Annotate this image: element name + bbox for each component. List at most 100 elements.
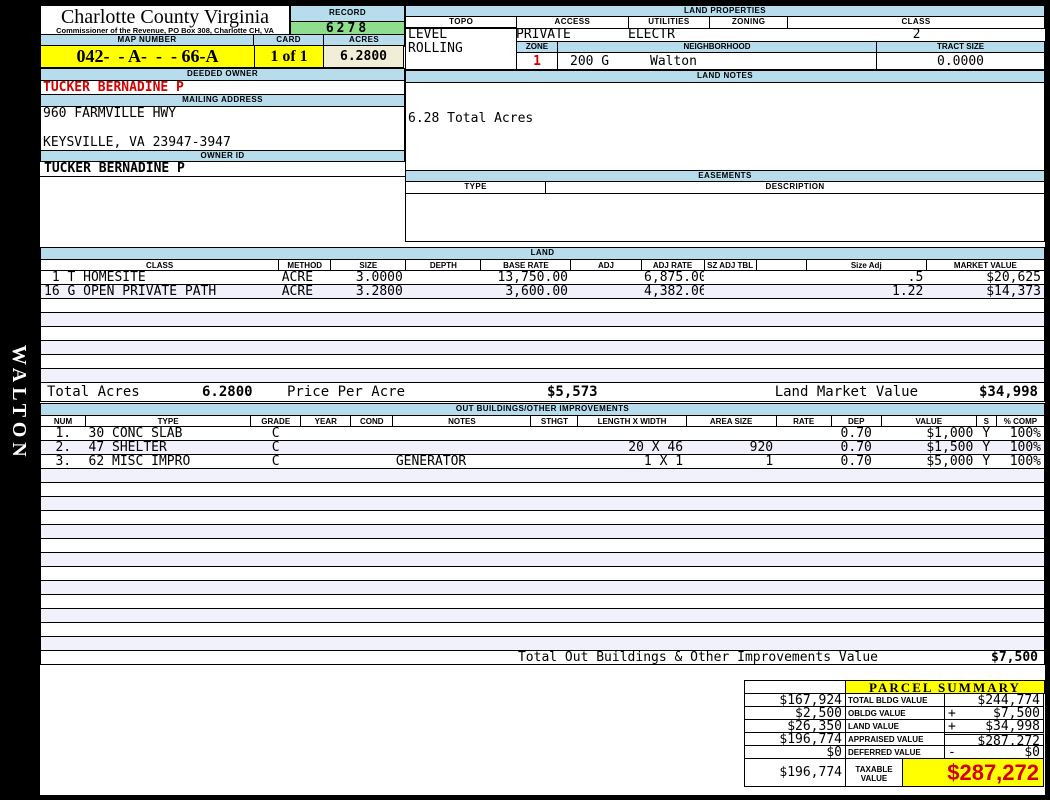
outbuilding-cell-length_width: 20 X 46 bbox=[577, 440, 687, 455]
parcel-summary-label: DEFERRED VALUE bbox=[845, 745, 945, 759]
acres-value: 6.2800 bbox=[323, 45, 404, 68]
empty-row bbox=[40, 298, 1045, 313]
price-per-acre-value: $5,573 bbox=[547, 384, 598, 400]
outbuilding-cell-sthgt bbox=[530, 426, 578, 441]
empty-row-cell bbox=[40, 368, 1045, 383]
land-col-header: SIZE bbox=[330, 259, 407, 271]
outbuilding-cell-rate bbox=[776, 440, 832, 455]
access-value: PRIVATE bbox=[516, 26, 571, 42]
empty-row-cell bbox=[40, 552, 1045, 567]
operator: + bbox=[948, 719, 956, 733]
land-notes-box: 6.28 Total Acres bbox=[405, 82, 1045, 172]
empty-row bbox=[40, 368, 1045, 383]
outbuilding-col-header: VALUE bbox=[880, 415, 977, 427]
outbuilding-cell-dep: 0.70 bbox=[831, 426, 882, 441]
outbuilding-cell-sthgt bbox=[530, 440, 578, 455]
empty-row bbox=[40, 524, 1045, 539]
land-row: 16 G OPEN PRIVATE PATH ACRE 3.2800 3,600.00… bbox=[40, 284, 1045, 299]
land-market-value: $34,998 bbox=[978, 384, 1038, 400]
land-col-header: MARKET VALUE bbox=[925, 259, 1046, 271]
amount: $0 bbox=[1024, 745, 1040, 759]
empty-row bbox=[40, 594, 1045, 609]
record-box: RECORD 6278 bbox=[290, 5, 405, 36]
land-cell-size_adj: 1.22 bbox=[806, 284, 927, 299]
land-col-header: SZ ADJ TBL bbox=[703, 259, 757, 271]
parcel-summary-label: OBLDG VALUE bbox=[845, 706, 945, 720]
outbuilding-cell-grade: C bbox=[250, 440, 301, 455]
out-buildings-section: OUT BUILDINGS/OTHER IMPROVEMENTS NUM TYPE… bbox=[39, 403, 1046, 665]
outbuilding-cell-num: 2. bbox=[40, 440, 86, 455]
land-cell-sz_adj_tbl bbox=[704, 284, 757, 299]
parcel-summary-corner bbox=[744, 680, 846, 694]
parcel-summary-right-value: $287,272 bbox=[944, 732, 1044, 746]
empty-row-cell bbox=[40, 608, 1045, 623]
empty-row bbox=[40, 580, 1045, 595]
parcel-summary-title: PARCEL SUMMARY bbox=[845, 680, 1045, 694]
amount: $34,998 bbox=[985, 719, 1040, 733]
parcel-summary-label: APPRAISED VALUE bbox=[845, 732, 945, 746]
land-cell-method: ACRE bbox=[278, 270, 331, 285]
parcel-summary-right-value: $244,774 bbox=[944, 693, 1044, 707]
empty-row bbox=[40, 482, 1045, 497]
outbuilding-col-header: NOTES bbox=[392, 415, 532, 427]
empty-row-cell bbox=[40, 354, 1045, 369]
outbuilding-cell-s: Y bbox=[976, 440, 997, 455]
empty-row bbox=[40, 496, 1045, 511]
empty-row bbox=[40, 622, 1045, 637]
outbuilding-col-header: STHGT bbox=[530, 415, 579, 427]
outbuilding-cell-rate bbox=[776, 426, 832, 441]
outbuilding-col-header: % COMP bbox=[995, 415, 1046, 427]
empty-row-cell bbox=[40, 566, 1045, 581]
outbuilding-col-header: AREA SIZE bbox=[685, 415, 777, 427]
outbuilding-col-header: YEAR bbox=[300, 415, 352, 427]
outbuilding-cell-type: 30 CONC SLAB bbox=[85, 426, 251, 441]
map-card-acres-values: 042- - A- - - 66-A 1 of 1 6.2800 bbox=[40, 45, 405, 68]
out-buildings-total-value: $7,500 bbox=[991, 650, 1038, 665]
outbuilding-cell-pct_comp: 100% bbox=[996, 454, 1045, 469]
tract-size-value: 0.0000 bbox=[937, 54, 984, 69]
out-buildings-table: NUM TYPE GRADE YEAR COND NOTES STHGT LENGTH X W… bbox=[39, 415, 1046, 651]
land-cell-market_value: $14,373 bbox=[926, 284, 1045, 299]
empty-row bbox=[40, 538, 1045, 553]
outbuilding-cell-year bbox=[300, 440, 351, 455]
empty-row-cell bbox=[40, 496, 1045, 511]
outbuilding-cell-notes bbox=[392, 440, 531, 455]
land-cell-depth bbox=[405, 270, 481, 285]
parcel-summary: PARCEL SUMMARY $167,924 TOTAL BLDG VALUE $… bbox=[744, 680, 1047, 787]
taxable-value-label: TAXABLE VALUE bbox=[845, 758, 903, 787]
address-line-2: KEYSVILLE, VA 23947-3947 bbox=[43, 135, 231, 150]
parcel-summary-left-value: $167,924 bbox=[744, 693, 846, 707]
parcel-summary-label: TOTAL BLDG VALUE bbox=[845, 693, 945, 707]
parcel-summary-label: LAND VALUE bbox=[845, 719, 945, 733]
operator: - bbox=[948, 745, 956, 759]
empty-row bbox=[40, 312, 1045, 327]
outbuilding-cell-area_size: 920 bbox=[686, 440, 777, 455]
land-cell-market_value: $20,625 bbox=[926, 270, 1045, 285]
outbuilding-cell-value: $1,500 bbox=[881, 440, 977, 455]
outbuilding-cell-cond bbox=[350, 440, 393, 455]
record-label: RECORD bbox=[290, 5, 405, 22]
empty-row-cell bbox=[40, 622, 1045, 637]
land-col-header: ADJ RATE bbox=[640, 259, 705, 271]
parcel-summary-left-value: $2,500 bbox=[744, 706, 846, 720]
outbuilding-col-header: DEP bbox=[830, 415, 882, 427]
empty-row bbox=[40, 636, 1045, 651]
easement-type-label: TYPE bbox=[405, 181, 547, 194]
sidebar-vertical-label: WALTON bbox=[8, 345, 30, 462]
outbuilding-cell-dep: 0.70 bbox=[831, 454, 882, 469]
parcel-summary-right-value: + $7,500 bbox=[944, 706, 1044, 720]
neighborhood-value: Walton bbox=[650, 54, 697, 69]
land-col-header: ADJ bbox=[570, 259, 642, 271]
empty-row-cell bbox=[40, 594, 1045, 609]
land-notes-section: LAND NOTES 6.28 Total Acres bbox=[405, 70, 1045, 172]
out-buildings-total-row: Total Out Buildings & Other Improvements… bbox=[40, 650, 1045, 665]
land-cell-base_rate: 13,750.00 bbox=[480, 270, 571, 285]
land-cell-size: 3.0000 bbox=[330, 270, 406, 285]
empty-row-cell bbox=[40, 636, 1045, 651]
land-properties-section: LAND PROPERTIES TOPO ACCESS UTILITIES ZO… bbox=[405, 5, 1046, 70]
outbuilding-cell-rate bbox=[776, 454, 832, 469]
empty-row bbox=[40, 510, 1045, 525]
empty-row-cell bbox=[40, 468, 1045, 483]
land-col-header: BASE RATE bbox=[480, 259, 572, 271]
land-table: CLASS METHOD SIZE DEPTH BASE RATE ADJ ADJ RATE… bbox=[39, 259, 1046, 383]
